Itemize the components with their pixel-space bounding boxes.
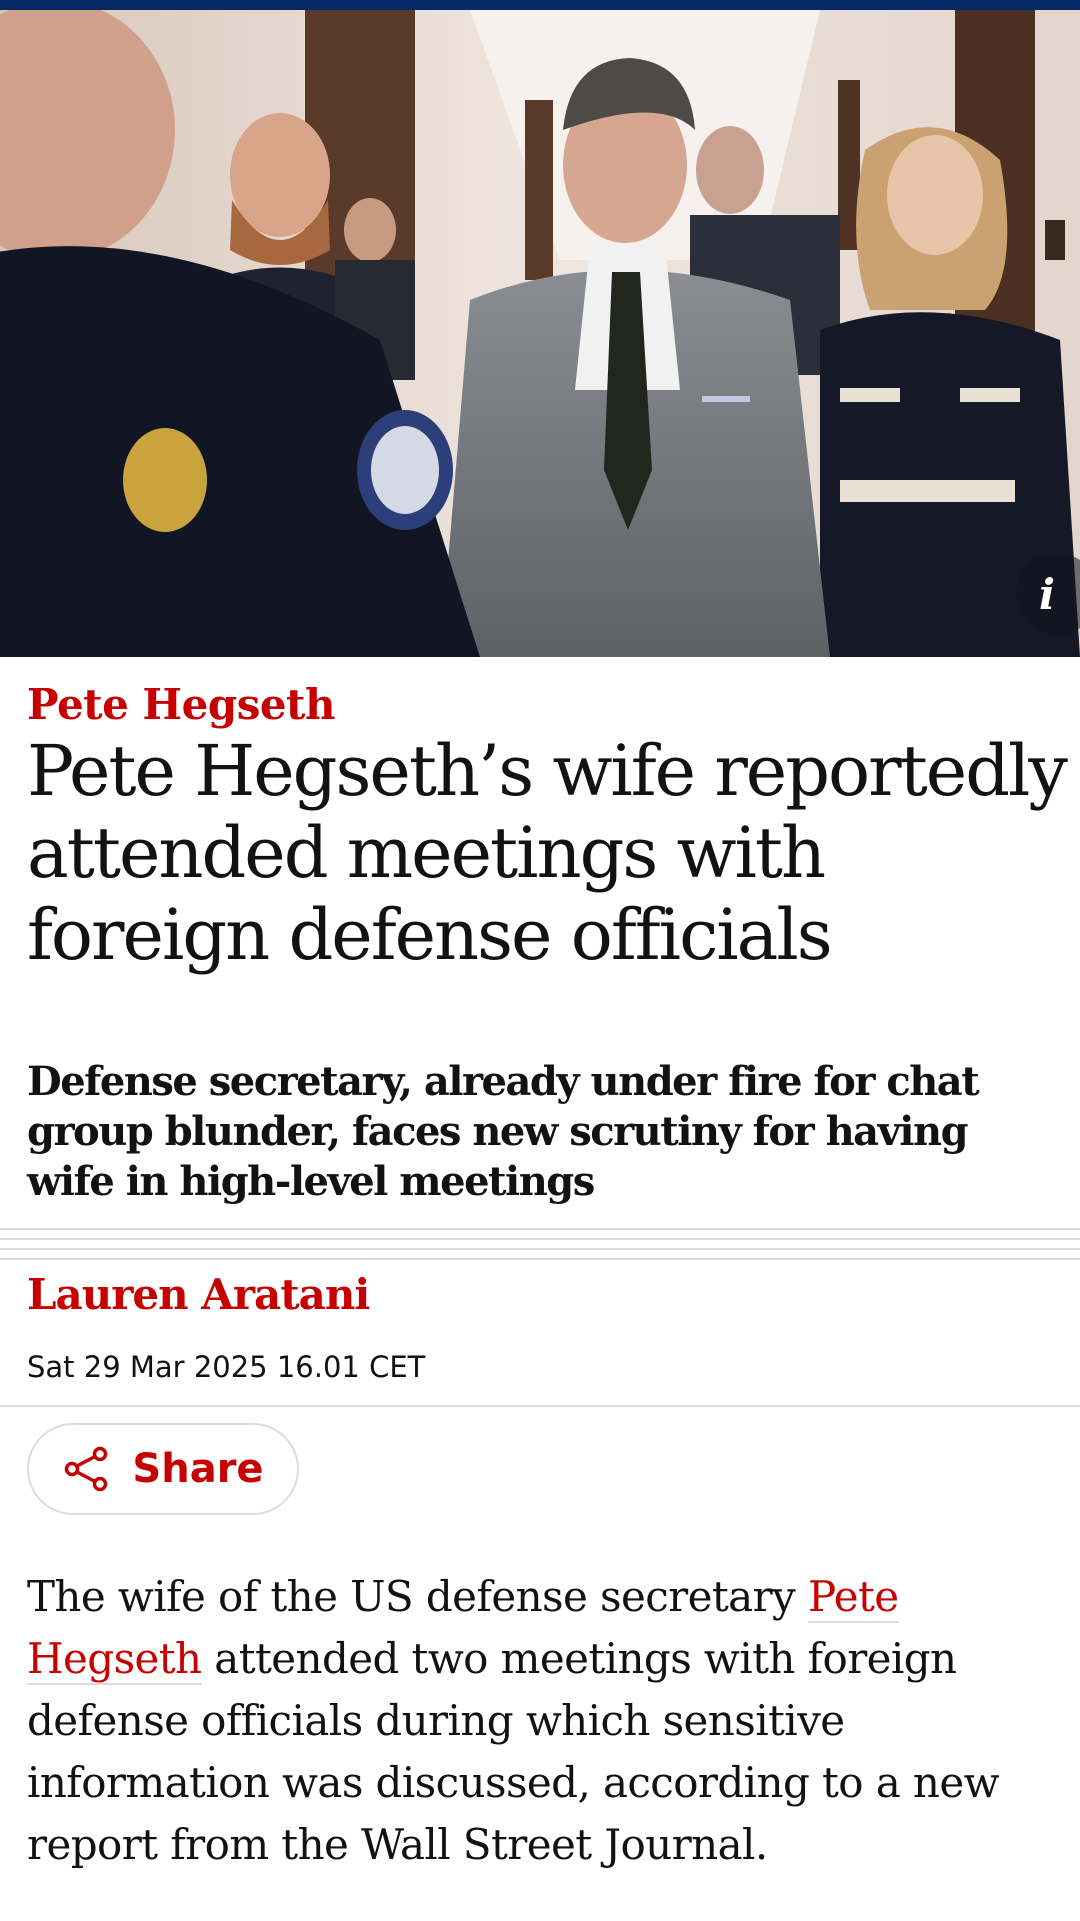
- share-label: Share: [132, 1446, 264, 1492]
- article-body-paragraph: The wife of the US defense secretary Pet…: [27, 1566, 1057, 1876]
- section-divider-rules: [0, 1228, 1080, 1268]
- share-button[interactable]: Share: [27, 1423, 299, 1515]
- share-icon: [65, 1446, 108, 1492]
- top-brand-bar: [0, 0, 1080, 10]
- article-headline: Pete Hegseth’s wife reportedly attended …: [27, 730, 1068, 976]
- hero-photo[interactable]: i: [0, 10, 1080, 657]
- publish-date: Sat 29 Mar 2025 16.01 CET: [27, 1350, 426, 1384]
- meta-divider: [0, 1405, 1080, 1407]
- section-kicker[interactable]: Pete Hegseth: [27, 680, 336, 729]
- info-icon: i: [1039, 569, 1055, 619]
- body-text-start: The wife of the US defense secretary: [27, 1572, 808, 1621]
- article-standfirst: Defense secretary, already under fire fo…: [27, 1058, 980, 1205]
- hero-photo-illustration: [0, 10, 1080, 657]
- author-byline[interactable]: Lauren Aratani: [27, 1270, 370, 1319]
